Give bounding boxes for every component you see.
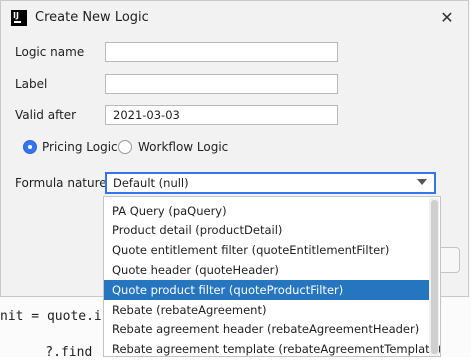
formula-nature-select[interactable]: Default (null) bbox=[105, 172, 436, 194]
formula-nature-label: Formula nature bbox=[15, 176, 107, 190]
dialog-title: Create New Logic bbox=[35, 10, 149, 25]
pricing-logic-label[interactable]: Pricing Logic bbox=[42, 140, 118, 154]
code-line: nit = quote.ir bbox=[0, 309, 110, 324]
valid-after-input[interactable]: 2021-03-03 bbox=[105, 105, 338, 125]
workflow-logic-radio[interactable] bbox=[118, 140, 132, 154]
list-item[interactable]: Rebate agreement template (rebateAgreeme… bbox=[104, 339, 440, 356]
label-input[interactable] bbox=[105, 74, 338, 94]
workflow-logic-label[interactable]: Workflow Logic bbox=[138, 140, 228, 154]
logic-name-input[interactable] bbox=[105, 42, 338, 62]
formula-nature-dropdown-list[interactable]: PA Query (paQuery) Product detail (produ… bbox=[103, 196, 441, 357]
dropdown-scrollbar[interactable] bbox=[429, 198, 439, 356]
list-item[interactable]: PA Query (paQuery) bbox=[104, 201, 430, 221]
list-item[interactable]: Quote header (quoteHeader) bbox=[104, 260, 430, 280]
list-item[interactable]: Product detail (productDetail) bbox=[104, 220, 430, 240]
chevron-down-icon[interactable] bbox=[417, 179, 427, 185]
label-field-label: Label bbox=[15, 77, 48, 91]
list-item[interactable]: Quote entitlement filter (quoteEntitleme… bbox=[104, 240, 430, 260]
list-item[interactable]: Rebate (rebateAgreement) bbox=[104, 300, 430, 320]
close-icon[interactable]: ✕ bbox=[436, 7, 458, 29]
list-item-selected[interactable]: Quote product filter (quoteProductFilter… bbox=[104, 280, 430, 300]
intellij-app-icon: IJ bbox=[11, 10, 27, 26]
dialog-titlebar: IJ Create New Logic ✕ bbox=[1, 1, 468, 35]
scrollbar-thumb[interactable] bbox=[431, 200, 438, 354]
code-line: ?.find bbox=[14, 345, 93, 360]
formula-nature-value: Default (null) bbox=[113, 176, 189, 190]
pricing-logic-radio[interactable] bbox=[23, 140, 37, 154]
logic-name-label: Logic name bbox=[15, 45, 85, 59]
valid-after-label: Valid after bbox=[15, 108, 77, 122]
list-item[interactable]: Rebate agreement header (rebateAgreement… bbox=[104, 319, 430, 339]
